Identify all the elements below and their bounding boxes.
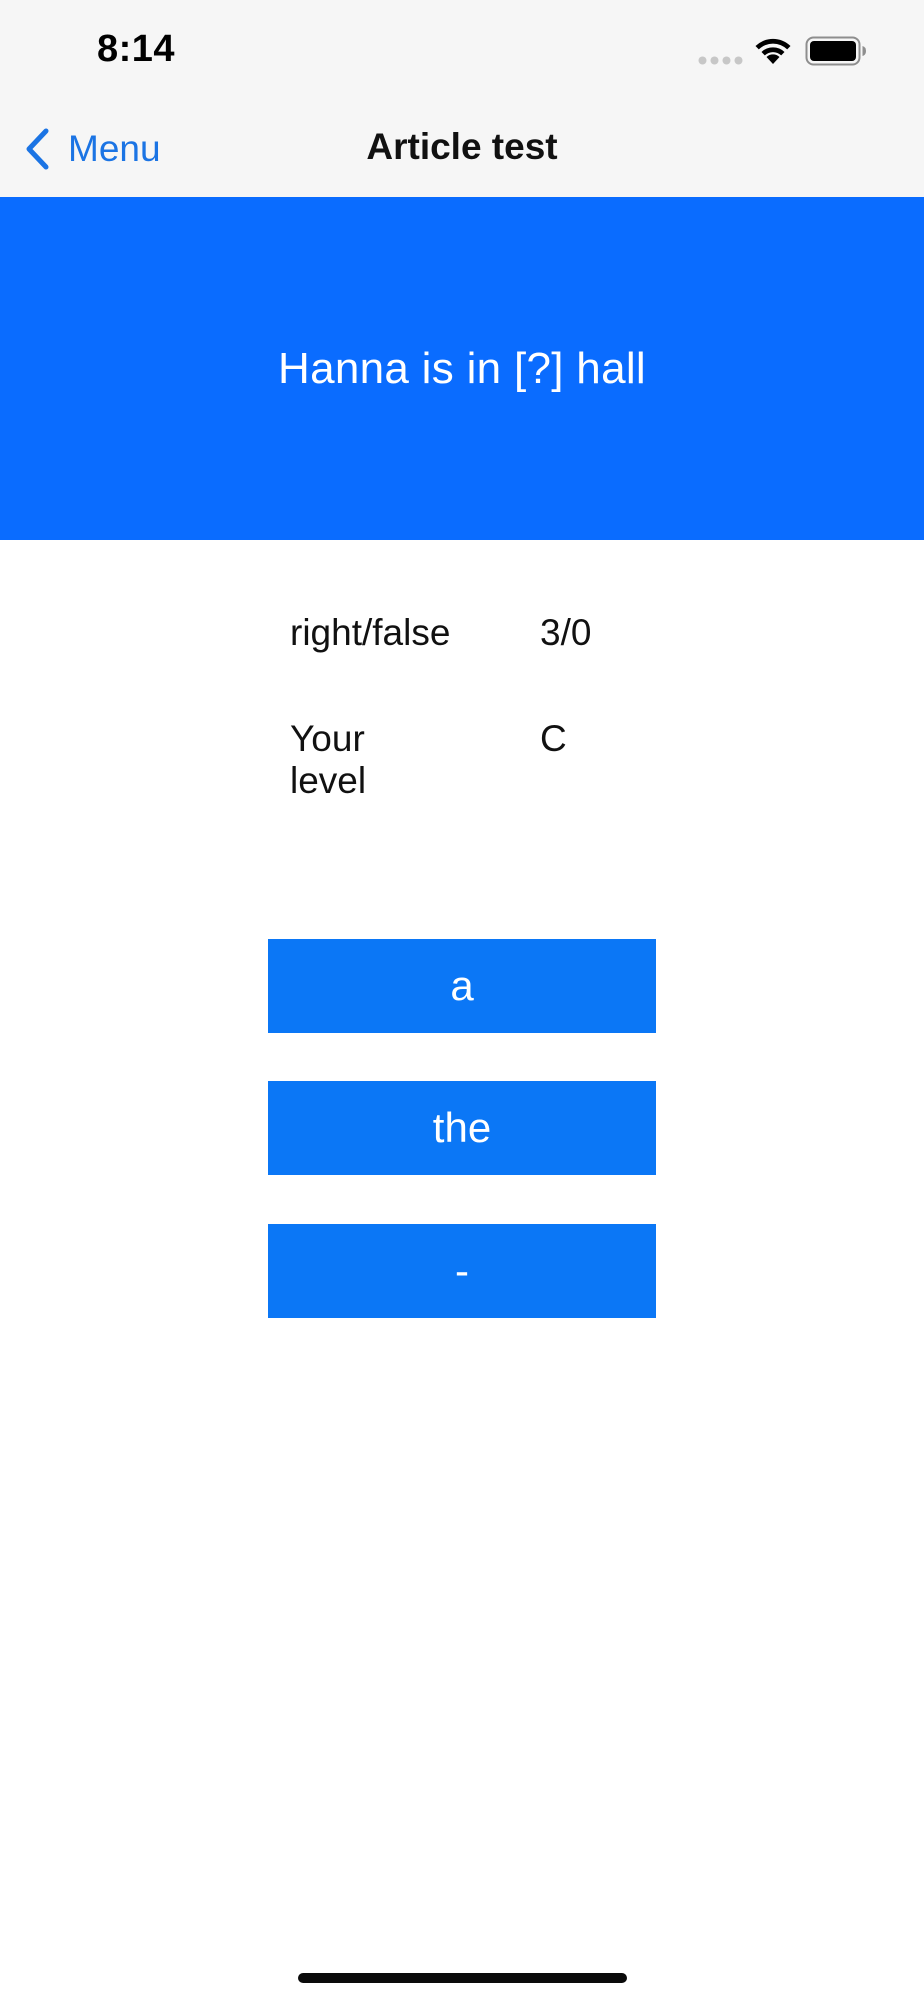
- score-label: right/false: [290, 612, 451, 653]
- answer-button-a[interactable]: a: [268, 939, 656, 1033]
- chevron-left-icon: [26, 128, 49, 170]
- status-bar: 8:14: [0, 0, 924, 100]
- question-text: Hanna is in [?] hall: [278, 343, 646, 393]
- status-time: 8:14: [97, 28, 176, 70]
- score-value: 3/0: [540, 612, 592, 653]
- answer-button-no-article[interactable]: -: [268, 1224, 656, 1318]
- back-button-label: Menu: [68, 128, 161, 169]
- back-button[interactable]: Menu: [24, 126, 161, 172]
- navigation-bar: Article test Menu: [0, 100, 924, 197]
- signal-dots-icon: [698, 56, 743, 65]
- answer-button-the[interactable]: the: [268, 1081, 656, 1175]
- battery-icon: [805, 36, 866, 66]
- home-indicator[interactable]: [298, 1973, 627, 1983]
- question-banner: Hanna is in [?] hall: [0, 197, 924, 540]
- level-label: Your level: [290, 718, 367, 801]
- wifi-icon: [755, 38, 791, 64]
- level-value: C: [540, 718, 567, 759]
